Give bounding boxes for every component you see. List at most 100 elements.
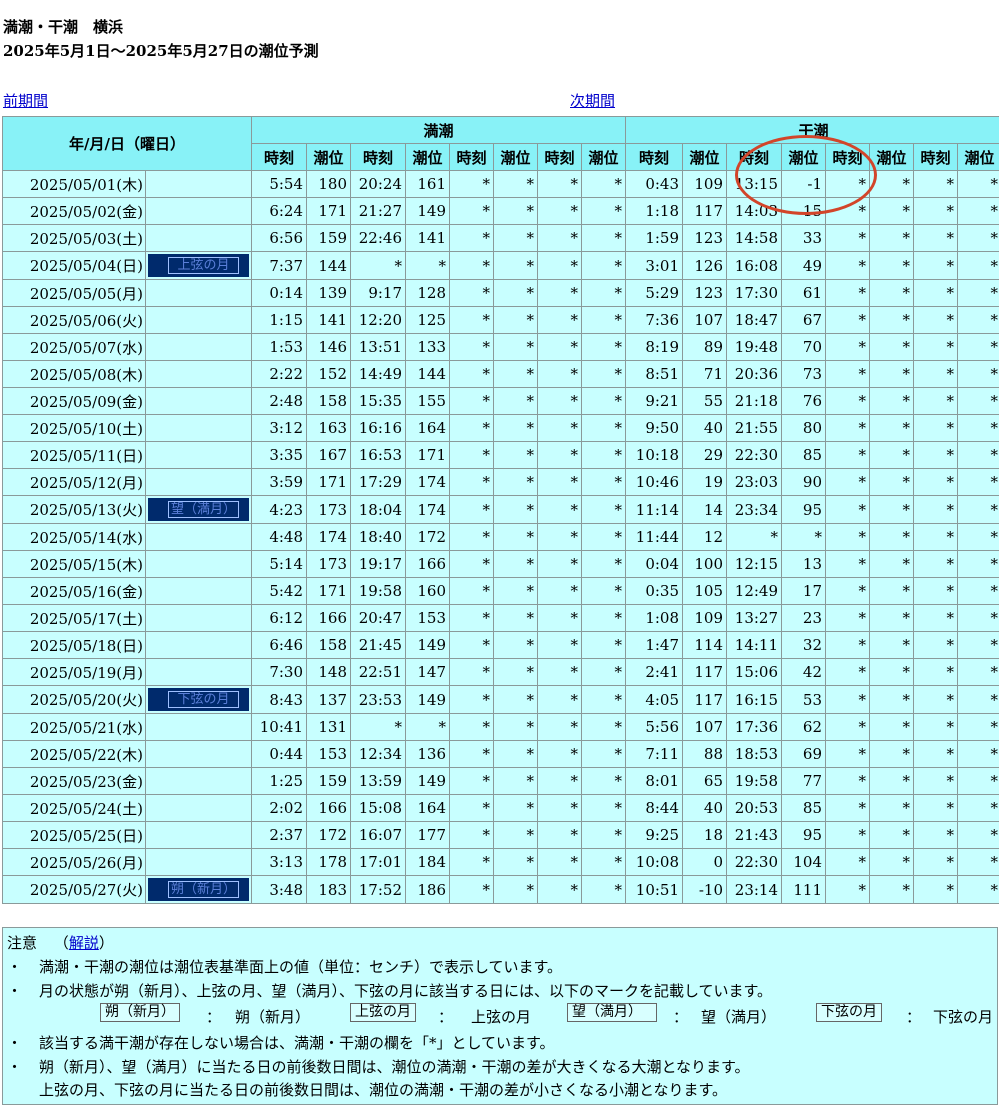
low-tide-empty-cell: * (825, 658, 871, 686)
low-tide-level-cell: 80 (781, 414, 827, 442)
high-tide-level-cell: 183 (306, 875, 351, 904)
low-tide-level-cell: 62 (781, 713, 827, 741)
high-tide-empty-cell: * (537, 224, 582, 252)
high-tide-empty-cell: * (449, 279, 494, 307)
low-tide-time-cell: 10:08 (625, 848, 684, 876)
high-tide-empty-cell: * (449, 224, 494, 252)
high-tide-empty-cell: * (493, 875, 538, 904)
moon-phase-cell (145, 468, 252, 496)
low-tide-empty-cell: * (913, 740, 959, 768)
high-tide-empty-cell: * (449, 740, 494, 768)
notes-panel: 注意 （解説） ・満潮・干潮の潮位は潮位表基準面上の値（単位：センチ）で表示して… (2, 927, 998, 1105)
low-tide-time-cell: 22:30 (726, 441, 783, 469)
high-tide-empty-cell: * (449, 550, 494, 578)
high-tide-level-cell: * (405, 251, 450, 280)
low-tide-time-cell: * (726, 523, 783, 551)
low-tide-time-cell: 16:15 (726, 685, 783, 714)
moon-phase-badge: 朔（新月） (145, 875, 252, 904)
moon-phase-cell (145, 577, 252, 605)
high-tide-level-cell: 174 (306, 523, 351, 551)
high-tide-time-cell: 17:52 (350, 875, 406, 904)
high-tide-time-cell: 5:14 (251, 550, 307, 578)
high-tide-empty-cell: * (580, 441, 627, 469)
low-tide-empty-cell: * (825, 767, 871, 795)
low-tide-empty-cell: * (957, 848, 999, 876)
low-tide-empty-cell: * (825, 170, 871, 198)
low-tide-empty-cell: * (825, 414, 871, 442)
low-tide-empty-cell: * (957, 360, 999, 388)
low-tide-time-cell: 21:18 (726, 387, 783, 415)
high-tide-level-cell: 174 (405, 468, 450, 496)
high-tide-level-cell: 164 (405, 414, 450, 442)
note-line-2: 月の状態が朔（新月）、上弦の月、望（満月）、下弦の月に該当する日には、以下のマー… (39, 982, 773, 1000)
table-row: 2025/05/23(金) 1:25 159 13:59 149 * * * * 8:01 65 19… (2, 767, 999, 795)
high-tide-empty-cell: * (493, 523, 538, 551)
low-tide-level-cell: 100 (682, 550, 728, 578)
high-tide-empty-cell: * (537, 550, 582, 578)
low-tide-empty-cell: * (913, 468, 959, 496)
table-row: 2025/05/01(木) 5:54 180 20:24 161 * * * * 0:43 109 1… (2, 170, 999, 198)
high-tide-empty-cell: * (537, 279, 582, 307)
high-tide-empty-cell: * (537, 414, 582, 442)
high-tide-empty-cell: * (449, 794, 494, 822)
low-tide-level-cell: 107 (682, 306, 728, 334)
low-tide-time-cell: 8:19 (625, 333, 684, 361)
high-tide-empty-cell: * (537, 197, 582, 225)
low-tide-level-cell: 19 (682, 468, 728, 496)
date-cell: 2025/05/12(月) (2, 468, 146, 496)
legend-name-first-quarter: 上弦の月 (471, 1008, 532, 1026)
low-tide-level-cell: 61 (781, 279, 827, 307)
low-tide-empty-cell: * (913, 875, 959, 904)
high-tide-level-cell: 148 (306, 658, 351, 686)
high-tide-level-cell: 155 (405, 387, 450, 415)
high-tide-level-cell: 186 (405, 875, 450, 904)
moon-legend: 朔（新月） ： 朔（新月） 上弦の月 ： 上弦の月 望（満月） ： 望（満月） … (3, 1002, 997, 1028)
high-tide-time-cell: 2:02 (251, 794, 307, 822)
high-tide-empty-cell: * (493, 577, 538, 605)
high-tide-level-cell: 159 (306, 224, 351, 252)
date-cell: 2025/05/20(火) (2, 685, 146, 714)
explanation-link[interactable]: 解説 (69, 934, 99, 952)
high-tide-empty-cell: * (493, 604, 538, 632)
next-period-link[interactable]: 次期間 (570, 90, 615, 111)
low-tide-level-cell: 33 (781, 224, 827, 252)
low-tide-time-cell: 23:14 (726, 875, 783, 904)
high-tide-empty-cell: * (493, 767, 538, 795)
moon-phase-cell (145, 387, 252, 415)
table-row: 2025/05/04(日) 上弦の月 7:37 144 * * * * * * 3:01 126 16:… (2, 251, 999, 280)
low-tide-time-cell: 1:47 (625, 631, 684, 659)
low-tide-empty-cell: * (825, 197, 871, 225)
low-tide-time-cell: 1:08 (625, 604, 684, 632)
low-tide-level-cell: 40 (682, 414, 728, 442)
high-tide-empty-cell: * (493, 794, 538, 822)
high-tide-header: 満潮 (250, 116, 627, 144)
high-tide-empty-cell: * (449, 251, 494, 280)
high-tide-time-cell: 6:46 (251, 631, 307, 659)
date-cell: 2025/05/24(土) (2, 794, 146, 822)
level-column-header: 潮位 (682, 143, 728, 171)
high-tide-empty-cell: * (493, 170, 538, 198)
low-tide-empty-cell: * (825, 875, 871, 904)
high-tide-empty-cell: * (580, 279, 627, 307)
low-tide-level-cell: 17 (781, 577, 827, 605)
high-tide-empty-cell: * (493, 441, 538, 469)
low-tide-level-cell: 123 (682, 224, 728, 252)
level-column-header: 潮位 (781, 143, 827, 171)
low-tide-time-cell: 18:47 (726, 306, 783, 334)
high-tide-level-cell: 173 (306, 550, 351, 578)
low-tide-empty-cell: * (913, 360, 959, 388)
high-tide-level-cell: 147 (405, 658, 450, 686)
high-tide-empty-cell: * (493, 251, 538, 280)
low-tide-empty-cell: * (869, 875, 915, 904)
moon-phase-label: 望（満月） (168, 501, 239, 518)
low-tide-level-cell: -10 (682, 875, 728, 904)
low-tide-time-cell: 23:34 (726, 495, 783, 524)
high-tide-time-cell: * (350, 251, 406, 280)
high-tide-empty-cell: * (493, 685, 538, 714)
low-tide-level-cell: 70 (781, 333, 827, 361)
high-tide-empty-cell: * (493, 414, 538, 442)
high-tide-empty-cell: * (537, 387, 582, 415)
date-cell: 2025/05/26(月) (2, 848, 146, 876)
low-tide-empty-cell: * (869, 387, 915, 415)
prev-period-link[interactable]: 前期間 (3, 90, 48, 111)
